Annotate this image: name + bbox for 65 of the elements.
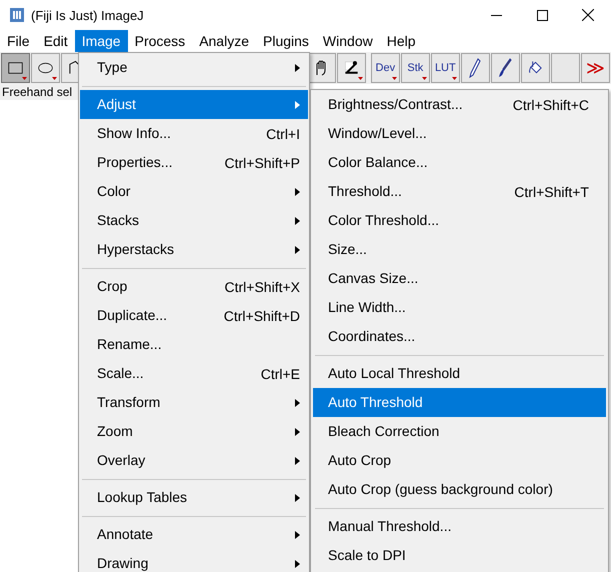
menu-item[interactable]: Rename... [80,330,308,359]
dropdown-arrow-icon [422,77,427,80]
window-title: (Fiji Is Just) ImageJ [31,8,145,22]
menu-item[interactable]: Auto Crop (guess background color) [313,475,606,504]
dropdown-arrow-icon [22,77,28,80]
menu-bar-item[interactable]: Analyze [192,30,256,52]
menu-item[interactable]: Scale... Ctrl+E [80,359,308,388]
menu-item[interactable]: Color Threshold... [313,206,606,235]
menu-bar-item[interactable]: Plugins [256,30,316,52]
menu-item[interactable]: Line Width... [313,293,606,322]
hand-icon [314,60,328,76]
dropdown-arrow-icon [52,77,58,80]
menu-item[interactable]: Transform [80,388,308,417]
menu-item[interactable]: Duplicate... Ctrl+Shift+D [80,301,308,330]
oval-icon [38,60,54,76]
app-icon [10,8,24,22]
tool-button[interactable]: Stk [400,53,430,83]
rectangle-icon [8,60,24,76]
menu-item[interactable]: Scale to DPI [313,541,606,570]
menu-item[interactable]: Stacks [80,206,308,235]
menu-item[interactable]: Zoom [80,417,308,446]
menu-item[interactable]: Window/Level... [313,119,606,148]
menu-item[interactable]: Crop Ctrl+Shift+X [80,272,308,301]
menu-item[interactable]: Threshold... Ctrl+Shift+T [313,177,606,206]
dropdown-arrow-icon [392,77,397,80]
tool-button[interactable] [1,53,30,83]
more-tools-button[interactable]: ≫ [580,53,610,83]
menu-item[interactable]: Properties... Ctrl+Shift+P [80,148,308,177]
menu-item[interactable]: Color [80,177,308,206]
menu-bar-item[interactable]: Window [316,30,380,52]
menu-item[interactable]: Canvas Size... [313,264,606,293]
menu-item[interactable]: Show Info... Ctrl+I [80,119,308,148]
menu-item[interactable]: Hyperstacks [80,235,308,264]
menu-item[interactable]: Auto Local Threshold [313,359,606,388]
menu-bar-item[interactable]: Process [128,30,192,52]
menu-item[interactable]: Auto Crop [313,446,606,475]
menu-item[interactable]: Manual Threshold... [313,512,606,541]
menu-item[interactable]: Bleach Correction [313,417,606,446]
brush-icon [498,58,512,78]
menu-bar-item[interactable]: Edit [36,30,75,52]
tool-button[interactable] [460,53,490,83]
menu-bar-item[interactable]: File [0,30,37,52]
menu-bar-item[interactable]: Help [380,30,423,52]
menu-item[interactable]: Color Balance... [313,148,606,177]
tool-button[interactable] [337,53,366,83]
dropdown-arrow-icon [452,77,457,80]
menu-item[interactable]: Size... [313,235,606,264]
menu-bar-item[interactable]: Image [74,30,128,52]
tool-button[interactable] [31,53,60,83]
menu-item[interactable]: Lookup Tables [80,483,308,512]
menu-item[interactable]: Auto Threshold [313,388,606,417]
tool-button[interactable] [490,53,520,83]
menu-item[interactable]: Drawing [80,549,308,572]
tool-button[interactable]: LUT [430,53,460,83]
menu-item[interactable]: Adjust [80,90,308,119]
dropdown-arrow-icon [358,77,364,80]
menu-item[interactable]: Overlay [80,446,308,475]
menu-item[interactable]: Annotate [80,520,308,549]
tool-button[interactable] [307,53,336,83]
menu-item[interactable]: Type [80,53,308,82]
menu-item[interactable]: Coordinates... [313,322,606,351]
tool-button[interactable]: Dev [370,53,400,83]
menu-item[interactable]: Brightness/Contrast... Ctrl+Shift+C [313,90,606,119]
tool-button[interactable] [520,53,550,83]
pencil-icon [469,58,482,78]
